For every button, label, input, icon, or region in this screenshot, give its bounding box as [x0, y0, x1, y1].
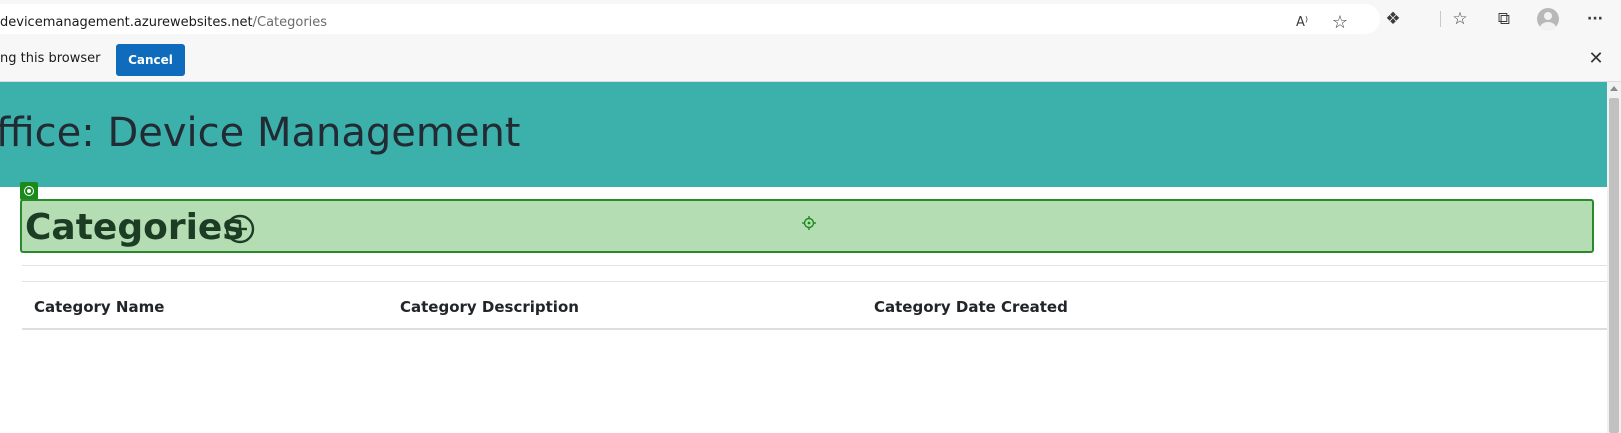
column-header-category-date-created[interactable]: Category Date Created	[874, 298, 1068, 316]
url-host: devicemanagement.azurewebsites.net	[0, 15, 253, 30]
url-text[interactable]: devicemanagement.azurewebsites.net/Categ…	[0, 15, 327, 30]
collections-icon[interactable]: ⧉	[1494, 9, 1514, 29]
selection-target-icon[interactable]	[20, 182, 38, 200]
column-header-category-description[interactable]: Category Description	[400, 298, 579, 316]
info-bar-message: ng this browser	[0, 51, 101, 66]
divider	[22, 265, 1607, 266]
page-viewport: ffice: Device Management Categories Cate	[0, 82, 1607, 433]
address-bar: devicemanagement.azurewebsites.net/Categ…	[0, 0, 1621, 37]
site-title: ffice: Device Management	[0, 110, 521, 156]
url-path: /Categories	[252, 15, 328, 30]
browser-window: devicemanagement.azurewebsites.net/Categ…	[0, 0, 1621, 433]
vertical-scrollbar[interactable]	[1607, 82, 1621, 433]
info-bar: ng this browser Cancel ✕	[0, 37, 1621, 82]
toolbar-divider	[1440, 11, 1441, 27]
categories-table-header: Category Name Category Description Categ…	[22, 282, 1607, 330]
favorites-icon[interactable]: ☆	[1450, 9, 1470, 29]
add-category-icon[interactable]	[225, 214, 255, 244]
read-aloud-icon[interactable]: A⁾	[1292, 13, 1312, 33]
extensions-icon[interactable]: ❖	[1383, 9, 1403, 29]
cancel-button[interactable]: Cancel	[116, 44, 185, 76]
scrollbar-thumb[interactable]	[1609, 98, 1619, 433]
page-banner: ffice: Device Management	[0, 82, 1607, 187]
add-favorite-icon[interactable]: ☆	[1330, 13, 1350, 33]
page-title: Categories	[25, 207, 244, 248]
column-header-category-name[interactable]: Category Name	[34, 298, 164, 316]
close-icon[interactable]: ✕	[1586, 49, 1606, 69]
categories-header[interactable]: Categories	[20, 199, 1594, 253]
profile-icon[interactable]	[1537, 8, 1559, 30]
more-icon[interactable]: ···	[1585, 9, 1605, 29]
scroll-up-arrow-icon[interactable]	[1610, 86, 1618, 91]
url-field[interactable]: devicemanagement.azurewebsites.net/Categ…	[0, 4, 1380, 34]
crosshair-icon	[802, 216, 816, 230]
